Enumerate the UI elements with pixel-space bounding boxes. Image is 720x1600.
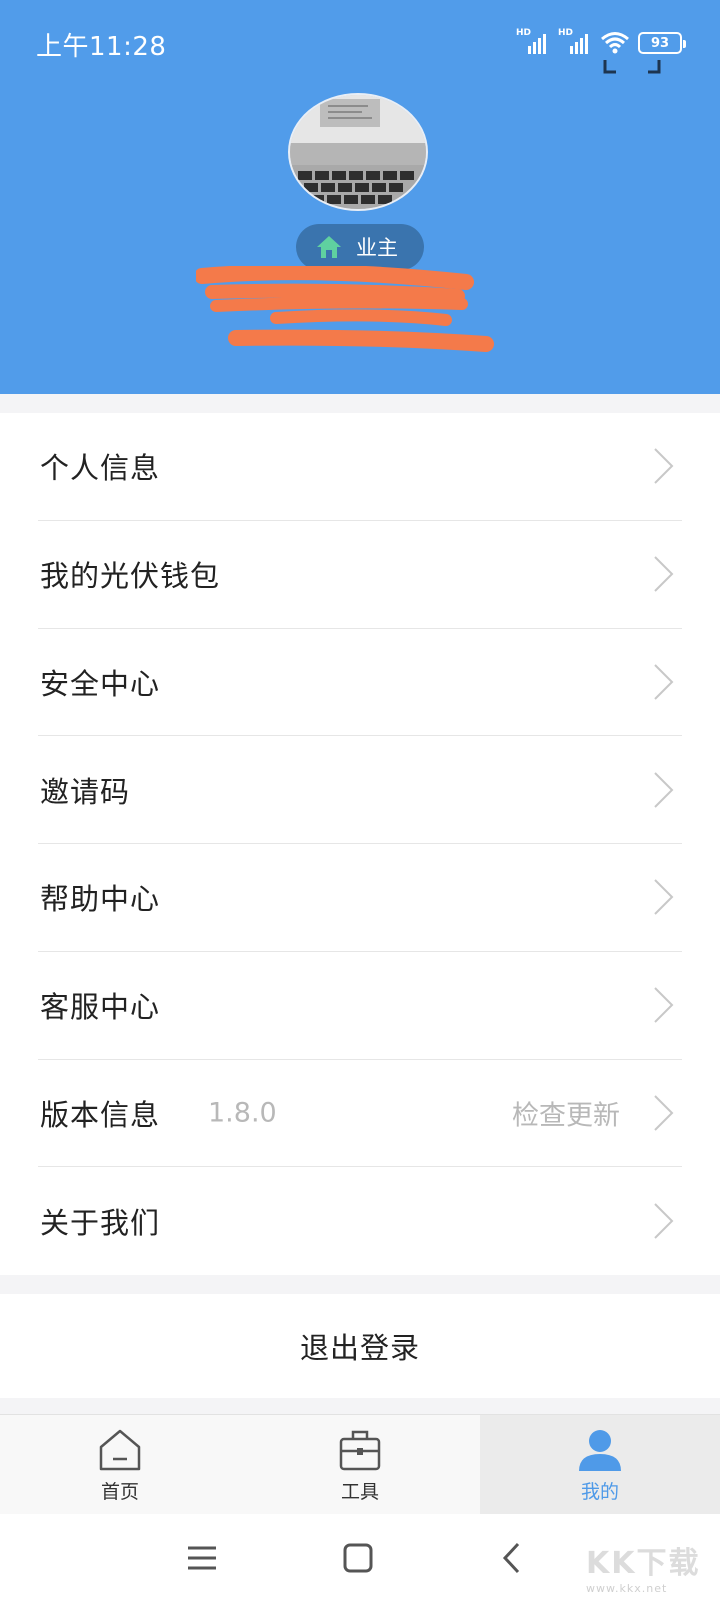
menu-item-version-info[interactable]: 版本信息 1.8.0 检查更新: [38, 1060, 682, 1168]
menu-item-label: 安全中心: [40, 666, 161, 701]
home-icon: [317, 236, 341, 258]
signal-icon: HD: [516, 28, 550, 56]
chevron-right-icon: [654, 1095, 674, 1131]
toolbox-icon: [339, 1430, 381, 1471]
home-square-icon[interactable]: [340, 1540, 376, 1576]
check-update-link[interactable]: 检查更新: [512, 1093, 620, 1132]
status-icons: HD HD 93: [516, 28, 686, 58]
role-label: 业主: [356, 236, 398, 260]
chevron-right-icon: [654, 1203, 674, 1239]
menu-item-personal-info[interactable]: 个人信息: [38, 413, 682, 521]
chevron-right-icon: [654, 556, 674, 592]
menu-item-label: 客服中心: [40, 990, 161, 1025]
home-icon: [99, 1429, 141, 1471]
menu-item-customer-service[interactable]: 客服中心: [38, 952, 682, 1060]
menu-item-label: 个人信息: [40, 451, 161, 486]
chevron-right-icon: [654, 879, 674, 916]
logout-button[interactable]: 退出登录: [0, 1294, 720, 1398]
user-icon: [579, 1430, 621, 1471]
menu-item-label: 版本信息: [40, 1097, 161, 1132]
chevron-right-icon: [654, 664, 674, 700]
menu-item-about-us[interactable]: 关于我们: [38, 1167, 682, 1275]
settings-menu: 个人信息 我的光伏钱包 安全中心 邀请码 帮助中心 客服中心 版本信息 1.8.…: [0, 413, 720, 1275]
logout-label: 退出登录: [299, 1331, 420, 1365]
profile-header: 上午11:28 HD HD 93 业主: [0, 0, 720, 394]
tab-tools[interactable]: 工具: [240, 1415, 480, 1514]
watermark: KK下载 www.kkx.net: [586, 1538, 706, 1595]
watermark-logo: KK下载: [586, 1546, 701, 1581]
scan-icon[interactable]: [602, 58, 662, 78]
menu-item-label: 邀请码: [40, 774, 131, 809]
menu-item-security-center[interactable]: 安全中心: [38, 629, 682, 737]
role-badge: 业主: [296, 224, 424, 270]
watermark-url: www.kkx.net: [586, 1582, 668, 1595]
chevron-right-icon: [654, 448, 674, 485]
tab-label: 首页: [100, 1481, 139, 1503]
signal-hd-label: HD: [558, 28, 574, 38]
menu-icon[interactable]: [184, 1540, 220, 1576]
chevron-right-icon: [654, 987, 674, 1023]
wifi-icon: [601, 32, 629, 54]
battery-level: 93: [650, 35, 670, 51]
menu-item-label: 帮助中心: [40, 882, 161, 917]
version-number: 1.8.0: [208, 1097, 277, 1129]
signal-icon: HD: [558, 28, 592, 56]
back-icon[interactable]: [496, 1540, 532, 1576]
signal-hd-label: HD: [516, 28, 532, 38]
status-time: 上午11:28: [36, 32, 167, 62]
menu-item-pv-wallet[interactable]: 我的光伏钱包: [38, 521, 682, 629]
tab-home[interactable]: 首页: [0, 1415, 240, 1514]
chevron-right-icon: [654, 771, 674, 808]
menu-item-label: 我的光伏钱包: [40, 559, 221, 594]
menu-item-help-center[interactable]: 帮助中心: [38, 844, 682, 952]
bottom-tab-bar: 首页 工具 我的: [0, 1414, 720, 1514]
tab-mine[interactable]: 我的: [480, 1415, 720, 1514]
avatar[interactable]: [288, 93, 428, 211]
tab-label: 工具: [340, 1481, 379, 1503]
battery-icon: 93: [638, 32, 686, 54]
avatar-photo: [290, 95, 426, 209]
redaction-scribble: [196, 266, 494, 352]
menu-item-invite-code[interactable]: 邀请码: [38, 736, 682, 844]
tab-label: 我的: [580, 1481, 619, 1503]
menu-item-label: 关于我们: [40, 1206, 161, 1241]
